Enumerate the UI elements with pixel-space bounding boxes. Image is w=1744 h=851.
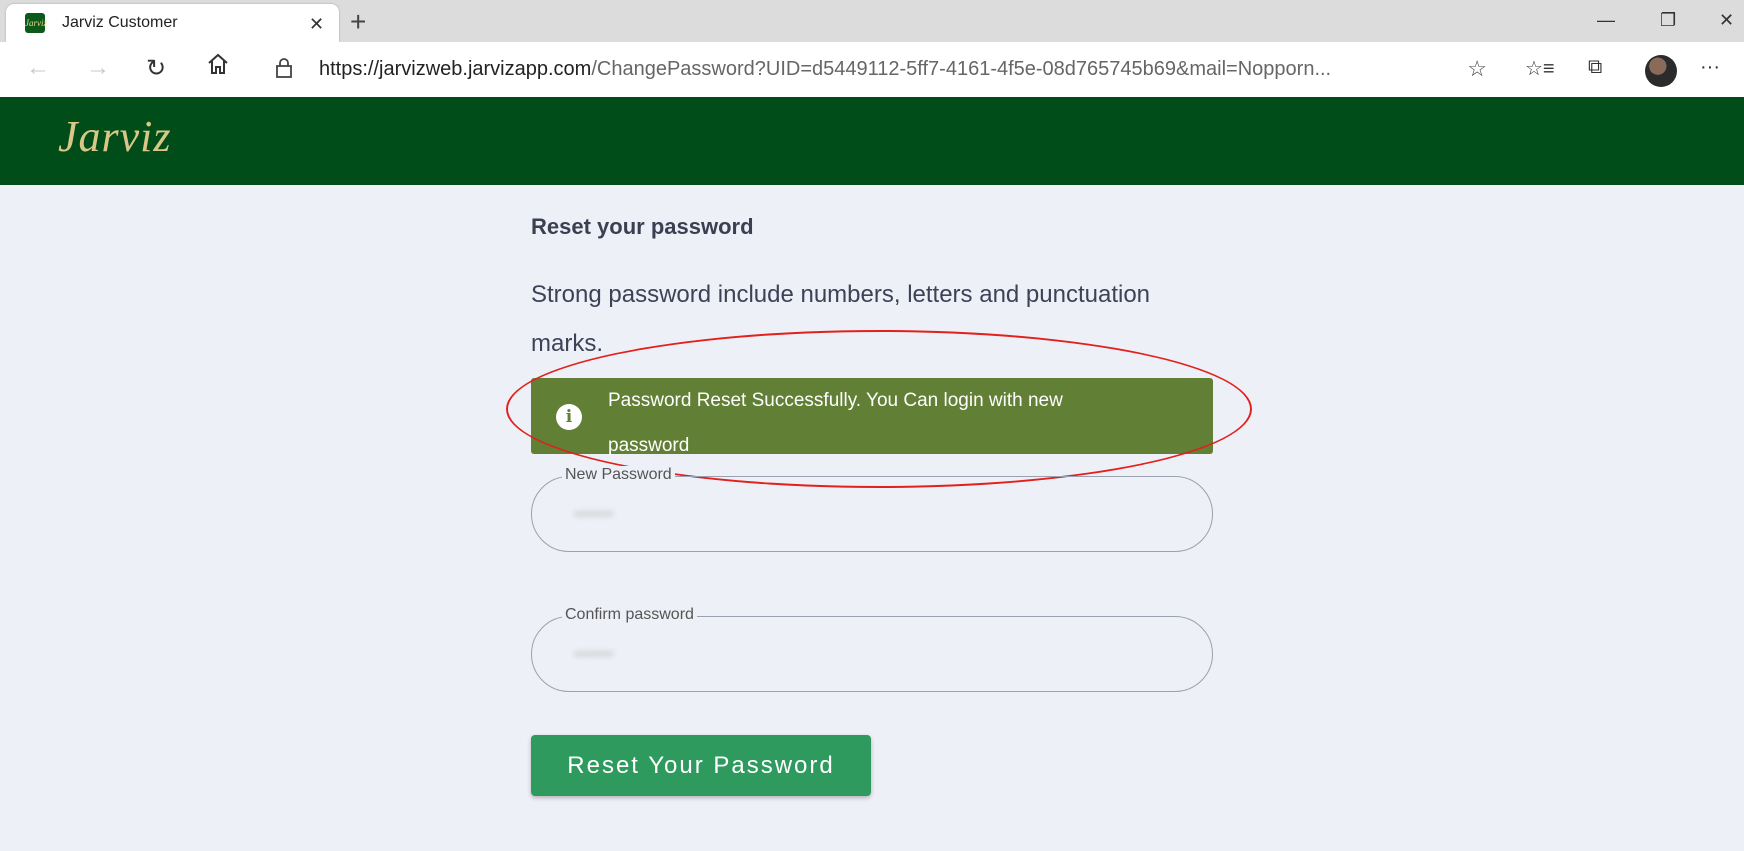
reset-password-button[interactable]: Reset Your Password xyxy=(531,735,871,796)
tab-close-icon[interactable]: ✕ xyxy=(309,14,324,35)
alert-message: Password Reset Successfully. You Can log… xyxy=(608,390,1063,456)
info-icon: i xyxy=(556,404,582,430)
success-alert: i Password Reset Successfully. You Can l… xyxy=(531,378,1213,456)
collections-icon[interactable]: ⧉ xyxy=(1588,56,1602,79)
confirm-password-label: Confirm password xyxy=(562,606,697,624)
favorites-icon[interactable]: ☆≡ xyxy=(1525,56,1555,81)
url-text[interactable]: https://jarvizweb.jarvizapp.com/ChangePa… xyxy=(319,58,1459,81)
new-tab-button[interactable]: + xyxy=(350,6,366,38)
new-password-label: New Password xyxy=(562,466,675,484)
browser-tab-bar: Jarviz Jarviz Customer ✕ + — ❐ ✕ xyxy=(0,0,1744,42)
confirm-password-field[interactable]: Confirm password xyxy=(531,606,1213,692)
password-hint: Strong password include numbers, letters… xyxy=(531,281,1151,357)
window-close-icon[interactable]: ✕ xyxy=(1719,10,1734,31)
lock-icon xyxy=(275,57,293,84)
minimize-icon[interactable]: — xyxy=(1597,10,1615,31)
site-logo[interactable]: Jarviz xyxy=(58,111,172,162)
forward-arrow-icon[interactable]: → xyxy=(86,54,110,82)
confirm-password-input[interactable] xyxy=(572,643,656,667)
home-icon[interactable] xyxy=(206,52,230,83)
profile-avatar[interactable] xyxy=(1645,55,1677,87)
restore-icon[interactable]: ❐ xyxy=(1660,10,1676,31)
tab-title: Jarviz Customer xyxy=(62,14,178,31)
new-password-field[interactable]: New Password xyxy=(531,466,1213,552)
star-icon[interactable]: ☆ xyxy=(1467,56,1487,82)
url-path: /ChangePassword?UID=d5449112-5ff7-4161-4… xyxy=(591,58,1332,80)
back-arrow-icon[interactable]: ← xyxy=(26,54,50,82)
page-title: Reset your password xyxy=(531,214,754,239)
url-host: https://jarvizweb.jarvizapp.com xyxy=(319,58,592,80)
browser-tab[interactable]: Jarviz Jarviz Customer ✕ xyxy=(6,4,339,42)
site-header: Jarviz xyxy=(0,97,1744,185)
new-password-input[interactable] xyxy=(572,503,656,527)
site-favicon-icon: Jarviz xyxy=(25,13,47,33)
address-bar[interactable]: https://jarvizweb.jarvizapp.com/ChangePa… xyxy=(259,48,1499,88)
browser-toolbar: ← → ↻ https://jarvizweb.jarvizapp.com/Ch… xyxy=(0,42,1744,98)
refresh-icon[interactable]: ↻ xyxy=(146,54,166,83)
more-icon[interactable]: ··· xyxy=(1700,56,1720,79)
